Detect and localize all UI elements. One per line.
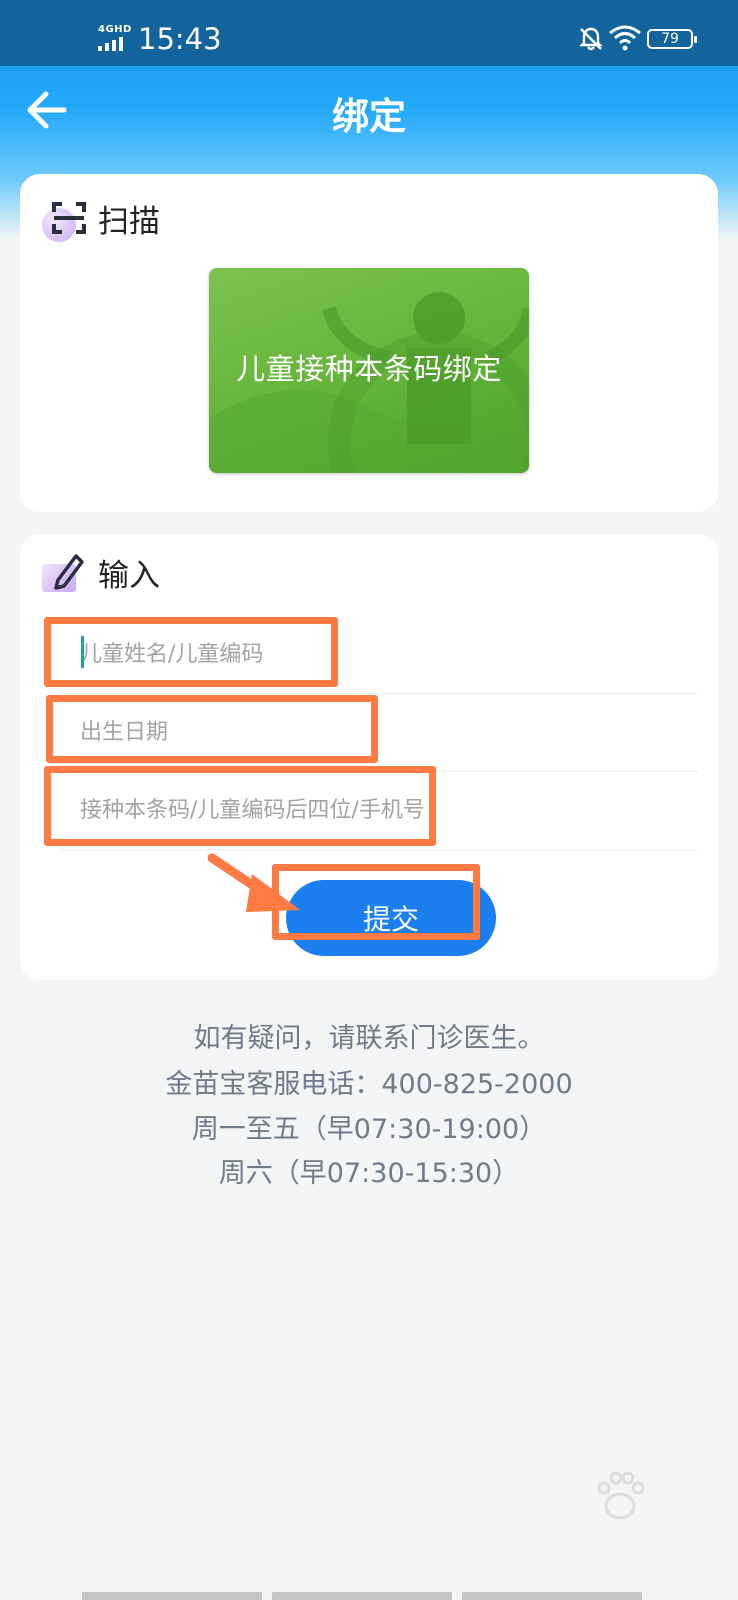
scan-section-title: 扫描: [98, 204, 160, 240]
pointer-arrow-icon: [208, 853, 300, 912]
status-time: 15:43: [138, 22, 222, 56]
help-info: 如有疑问，请联系门诊医生。 金苗宝客服电话：400-825-2000 周一至五（…: [0, 1016, 738, 1196]
scan-card: 扫描 儿童接种本条码绑定: [20, 174, 718, 512]
help-line-weekday-hours: 周一至五（早07:30-19:00）: [191, 1114, 547, 1145]
status-bar: 4GHD 15:43 79: [0, 0, 738, 66]
bottom-edge-tabs: [82, 1592, 642, 1600]
network-type: 4GHD: [98, 24, 132, 35]
help-line-question: 如有疑问，请联系门诊医生。: [193, 1023, 545, 1054]
scan-icon: [40, 196, 88, 244]
wifi-icon: [609, 25, 641, 51]
signal-icon: 4GHD: [98, 24, 132, 52]
bell-muted-icon: [579, 27, 603, 51]
input-section-title: 输入: [98, 558, 160, 594]
scan-barcode-banner[interactable]: 儿童接种本条码绑定: [209, 268, 529, 473]
baidu-watermark: [566, 1484, 716, 1532]
page-title: 绑定: [332, 95, 406, 138]
highlight-box-barcode: [44, 766, 436, 846]
highlight-box-name: [44, 617, 338, 687]
battery-level: 79: [661, 31, 679, 47]
input-card: 输入 提交: [20, 534, 718, 980]
help-line-saturday-hours: 周六（早07:30-15:30）: [218, 1158, 520, 1189]
highlight-box-date: [46, 695, 378, 763]
banner-text: 儿童接种本条码绑定: [236, 352, 502, 386]
edit-icon: [40, 548, 88, 596]
help-line-hotline: 金苗宝客服电话：400-825-2000: [165, 1069, 573, 1100]
battery-indicator: 79: [647, 29, 697, 49]
